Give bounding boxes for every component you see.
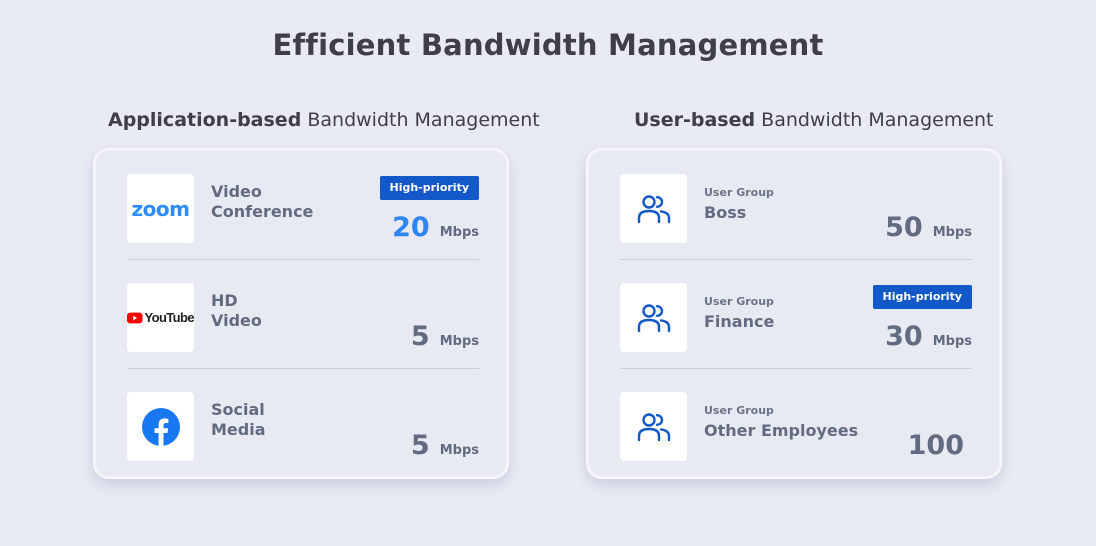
bandwidth-number: 100 [907, 430, 964, 461]
app-row-video-conference: zoom Video Conference High-priority 20 Mb… [127, 150, 479, 260]
app-label: Video Conference [211, 182, 314, 221]
app-section-title-rest: Bandwidth Management [307, 109, 540, 131]
bandwidth-value: 20 Mbps [392, 212, 479, 243]
bandwidth-value: 5 Mbps [411, 321, 479, 352]
user-group-name: Boss [704, 203, 747, 222]
app-section-title: Application-based Bandwidth Management [108, 109, 540, 131]
bandwidth-unit: Mbps [932, 225, 972, 240]
user-group-caption: User Group [704, 186, 774, 199]
bandwidth-unit: Mbps [932, 334, 972, 349]
user-group-name: Finance [704, 312, 775, 331]
user-row-boss: User Group Boss 50 Mbps [620, 150, 972, 260]
high-priority-badge: High-priority [872, 285, 972, 309]
bandwidth-number: 50 [885, 212, 923, 243]
page-title: Efficient Bandwidth Management [272, 28, 824, 62]
youtube-logo-text: YouTube [144, 310, 195, 325]
user-section-title-bold: User-based [634, 109, 756, 131]
user-row-other-employees: User Group Other Employees 100 [620, 368, 972, 477]
bandwidth-number: 30 [885, 321, 923, 352]
zoom-logo: zoom [127, 174, 194, 243]
user-bandwidth-card: User Group Boss 50 Mbps User Group Financ… [586, 148, 1002, 479]
bandwidth-value: 50 Mbps [885, 212, 972, 243]
user-group-name: Other Employees [704, 421, 859, 440]
user-group-glyph [637, 303, 670, 332]
youtube-logo: YouTube [127, 283, 195, 352]
user-section-title: User-based Bandwidth Management [634, 109, 994, 131]
user-group-caption: User Group [704, 295, 774, 308]
app-row-social-media: Social Media 5 Mbps [127, 368, 479, 477]
bandwidth-unit: Mbps [439, 334, 479, 349]
facebook-icon [141, 407, 180, 446]
user-group-caption: User Group [704, 404, 774, 417]
user-group-glyph [637, 412, 670, 441]
user-group-icon [620, 174, 687, 243]
app-bandwidth-card: zoom Video Conference High-priority 20 Mb… [93, 148, 509, 479]
bandwidth-number: 20 [392, 212, 430, 243]
bandwidth-value: 30 Mbps [885, 321, 972, 352]
bandwidth-unit: Mbps [439, 443, 479, 458]
bandwidth-unit: Mbps [439, 225, 479, 240]
app-label: HD Video [211, 291, 262, 330]
zoom-logo-text: zoom [131, 196, 190, 221]
app-row-hd-video: YouTube HD Video 5 Mbps [127, 259, 479, 369]
youtube-play-icon [127, 312, 143, 323]
bandwidth-number: 5 [410, 430, 430, 461]
app-section-title-bold: Application-based [108, 109, 302, 131]
bandwidth-number: 5 [410, 321, 430, 352]
app-label: Social Media [211, 400, 266, 439]
bandwidth-value: 100 [908, 430, 964, 461]
user-section-title-rest: Bandwidth Management [761, 109, 994, 131]
user-row-finance: User Group Finance High-priority 30 Mbps [620, 259, 972, 369]
facebook-logo [127, 392, 194, 461]
user-group-glyph [637, 194, 670, 223]
high-priority-badge: High-priority [379, 176, 479, 200]
user-group-icon [620, 283, 687, 352]
user-group-icon [620, 392, 687, 461]
bandwidth-value: 5 Mbps [411, 430, 479, 461]
